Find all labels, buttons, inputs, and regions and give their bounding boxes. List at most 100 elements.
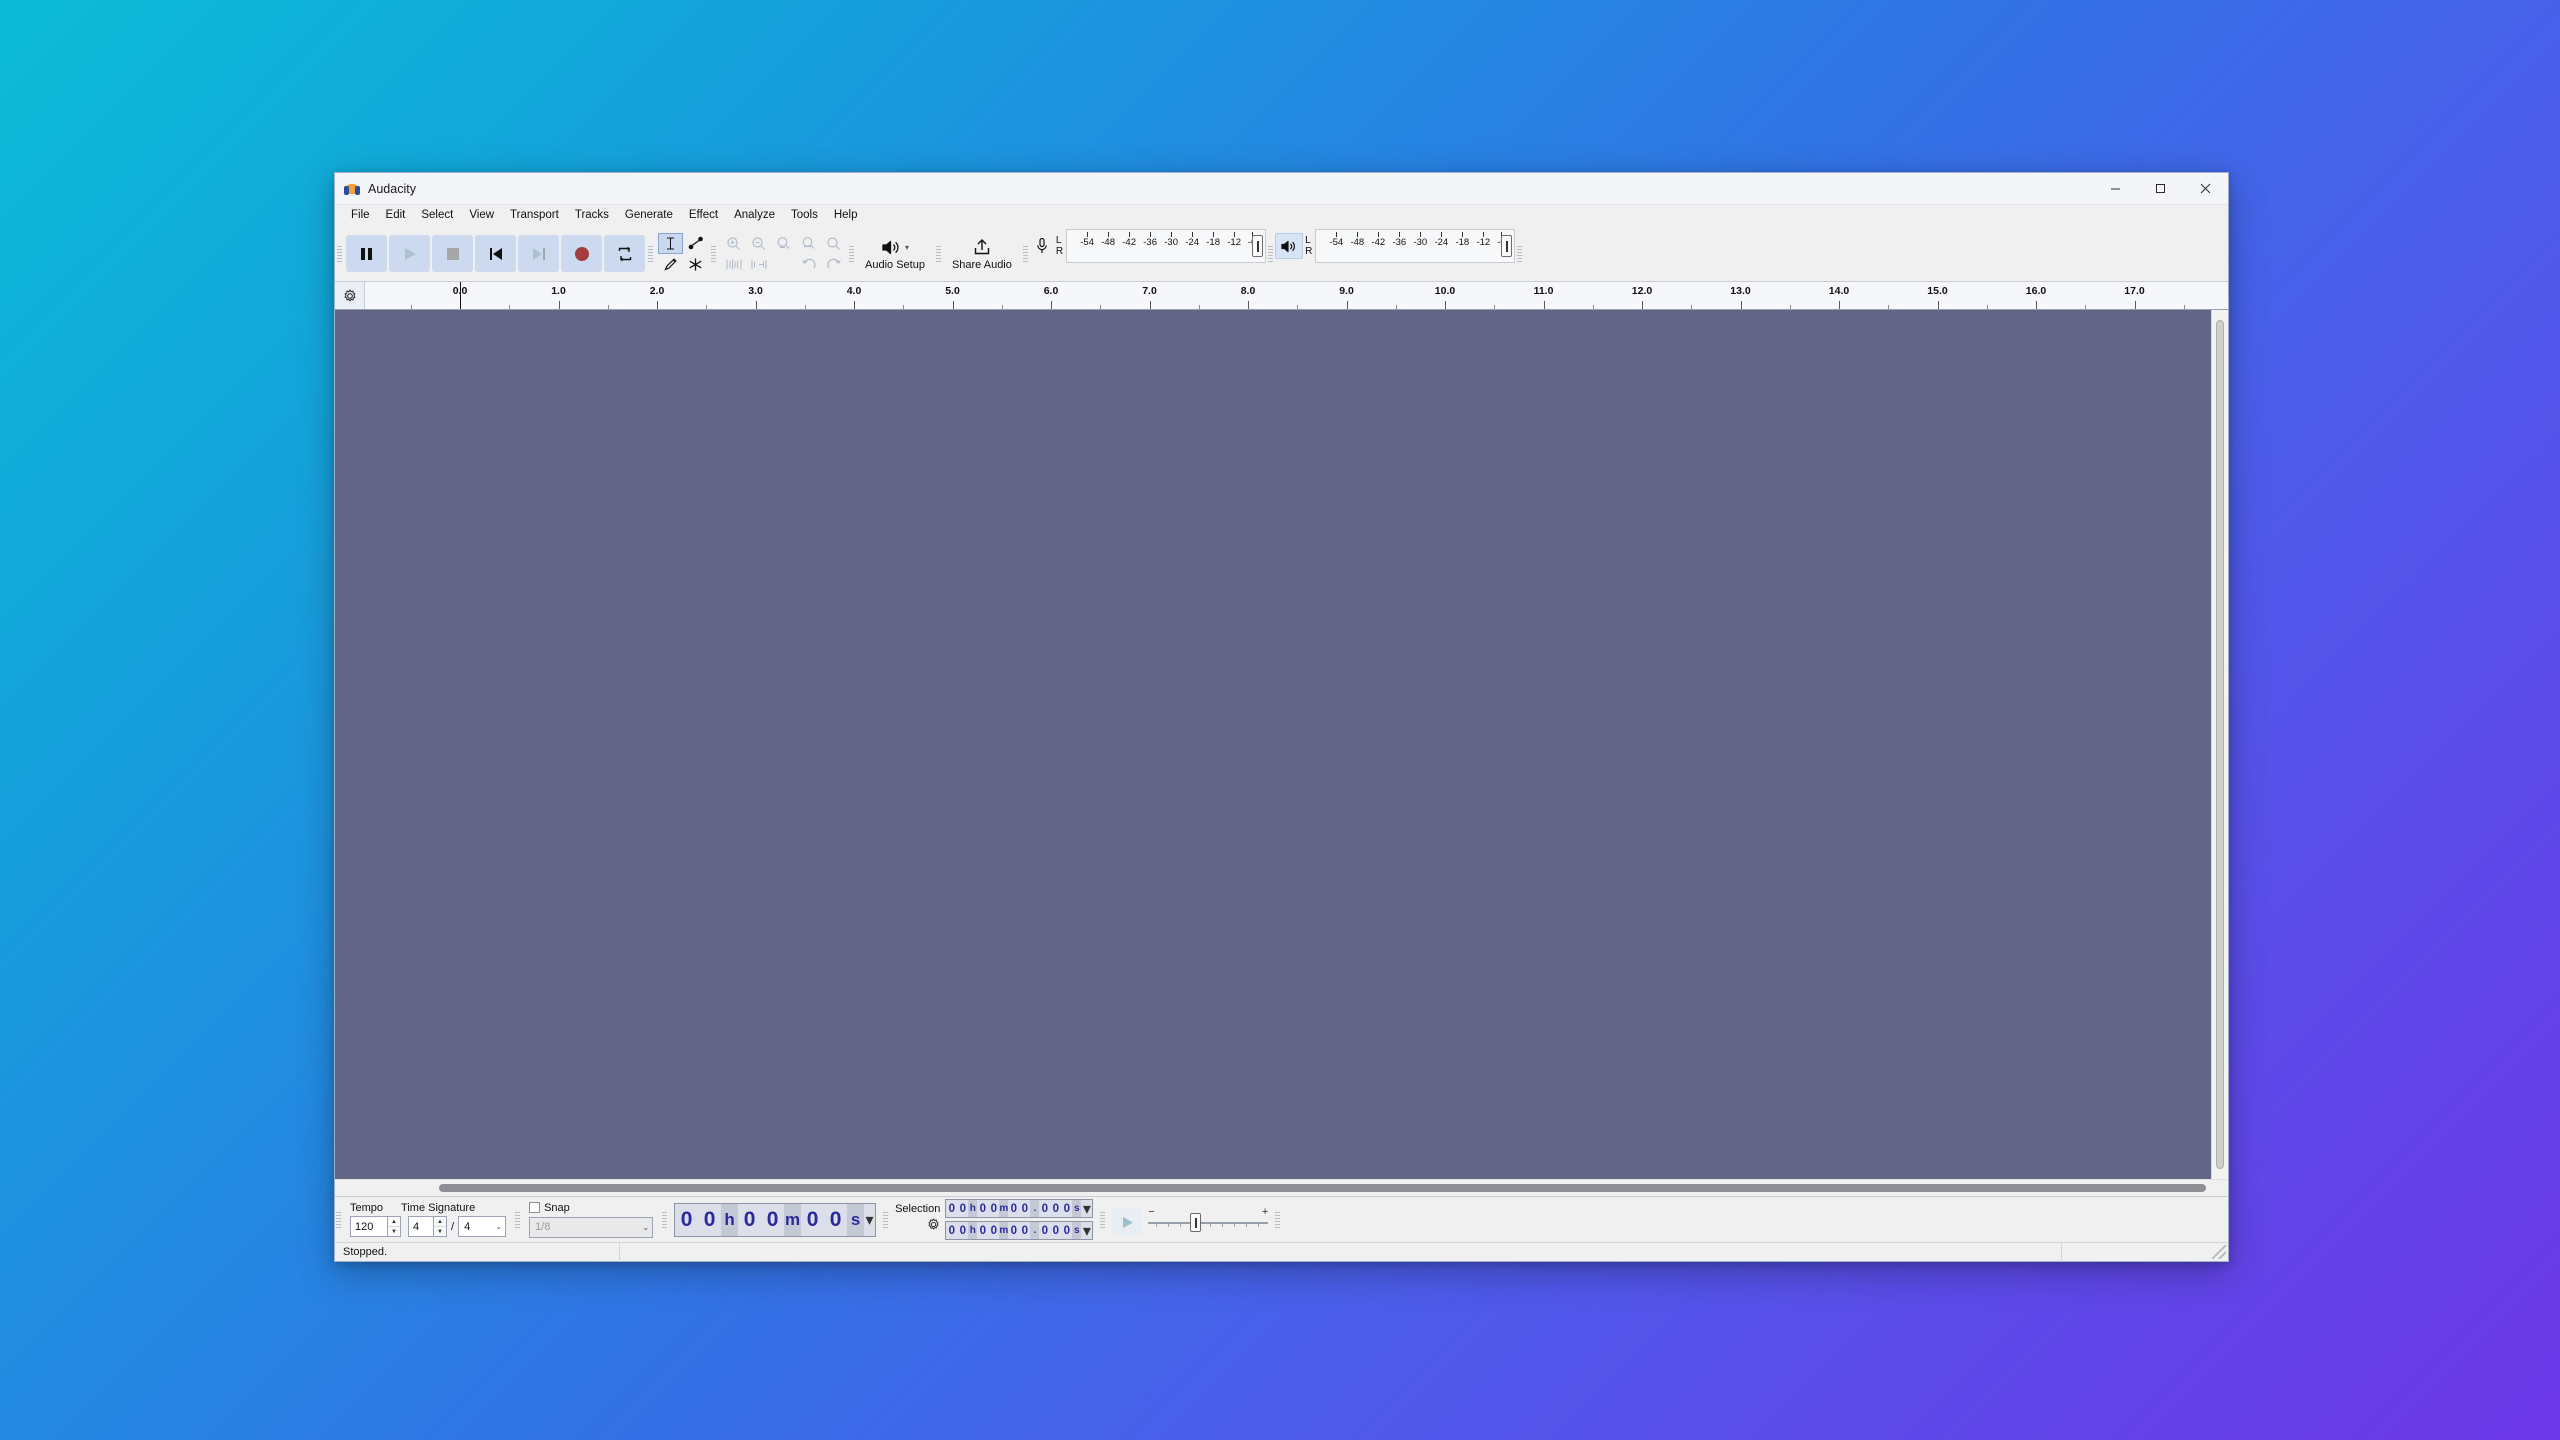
menu-tools[interactable]: Tools (783, 206, 826, 225)
zoom-toggle-icon[interactable] (821, 233, 846, 254)
audacity-logo-icon (344, 181, 360, 197)
time-toolbar-grip[interactable] (661, 1197, 669, 1242)
menu-transport[interactable]: Transport (502, 206, 567, 225)
recording-meter-scale: -54 -48 -42 -36 -30 -24 -18 -12 -6 (1067, 230, 1265, 262)
rec-channel-left: L (1055, 235, 1062, 246)
recording-meter-bar[interactable]: -54 -48 -42 -36 -30 -24 -18 -12 -6 (1066, 229, 1267, 263)
audio-position-toolbar: 0 0 h 0 0 m 0 0 s ▾ (668, 1197, 882, 1242)
rec-tick--42: -42 (1122, 237, 1136, 248)
ruler-minor-tick (1691, 305, 1693, 309)
pause-button[interactable] (346, 235, 387, 272)
timeline-row: 0.01.02.03.04.05.06.07.08.09.010.011.012… (335, 282, 2228, 310)
vertical-scrollbar-thumb[interactable] (2216, 320, 2224, 1169)
fit-selection-icon[interactable] (771, 233, 796, 254)
menu-file[interactable]: File (343, 206, 378, 225)
stop-button[interactable] (432, 235, 473, 272)
transport-toolbar-grip[interactable] (336, 226, 343, 281)
record-button[interactable] (561, 235, 602, 272)
recording-meter-toolbar[interactable]: L R -54 -48 -42 -36 -30 -24 -18 -12 -6 (1029, 226, 1267, 266)
maximize-icon[interactable] (2138, 173, 2183, 205)
ruler-major-tick (1543, 301, 1545, 309)
vertical-scrollbar[interactable] (2211, 310, 2228, 1179)
selection-tool[interactable] (658, 232, 683, 254)
play-tick--36: -36 (1392, 237, 1407, 248)
ruler-major-tick (1839, 301, 1840, 309)
silence-audio-icon[interactable] (746, 254, 771, 275)
audio-position-dropdown-icon[interactable]: ▾ (864, 1203, 876, 1236)
audio-setup-toolbar-grip[interactable] (848, 226, 855, 281)
recording-volume-slider[interactable] (1252, 235, 1264, 257)
timeline-ruler[interactable]: 0.01.02.03.04.05.06.07.08.09.010.011.012… (365, 282, 2228, 309)
redo-icon[interactable] (821, 254, 846, 275)
selection-toolbar-grip[interactable] (882, 1197, 890, 1242)
audio-setup-button[interactable]: ▾ Audio Setup (857, 230, 933, 278)
tools-toolbar-grip[interactable] (647, 226, 654, 281)
skip-to-end-button[interactable] (518, 235, 559, 272)
horizontal-scrollbar-thumb[interactable] (439, 1184, 2206, 1192)
playback-meter-toolbar[interactable]: L R -54 -48 -42 -36 -30 -24 -18 -12 -6 (1274, 226, 1516, 266)
selection-options-gear-icon[interactable] (927, 1218, 940, 1236)
menu-edit[interactable]: Edit (378, 206, 414, 225)
selection-end-dropdown-icon[interactable]: ▾ (1081, 1222, 1093, 1240)
time-sig-upper-input[interactable]: 4 (408, 1216, 434, 1237)
trim-audio-icon[interactable] (721, 254, 746, 275)
time-sig-lower-select[interactable]: 4 ⌄ (458, 1216, 507, 1237)
recording-meter-grip[interactable] (1021, 226, 1029, 281)
selection-start-timecode[interactable]: 00h 00m 00. 000s ▾ (945, 1199, 1094, 1218)
play-speed-slider[interactable]: − + (1148, 1206, 1269, 1235)
transport-toolbar (343, 226, 647, 281)
menu-help[interactable]: Help (826, 206, 866, 225)
share-audio-button[interactable]: Share Audio (944, 230, 1020, 278)
time-signature-toolbar-grip[interactable] (335, 1197, 342, 1242)
tempo-input[interactable]: 120 (350, 1216, 388, 1237)
fit-project-icon[interactable] (796, 233, 821, 254)
selection-end-timecode[interactable]: 00h 00m 00. 000s ▾ (945, 1221, 1094, 1240)
menu-tracks[interactable]: Tracks (567, 206, 617, 225)
rec-tick--30: -30 (1164, 237, 1178, 248)
star-icon[interactable] (683, 254, 708, 275)
close-icon[interactable] (2183, 173, 2228, 205)
undo-icon[interactable] (796, 254, 821, 275)
loop-button[interactable] (604, 235, 645, 272)
selection-start-dropdown-icon[interactable]: ▾ (1081, 1200, 1093, 1218)
menu-effect[interactable]: Effect (681, 206, 726, 225)
ruler-minor-tick (1198, 305, 1200, 309)
play-speed-thumb[interactable] (1190, 1213, 1202, 1232)
horizontal-scrollbar-track[interactable] (439, 1184, 2206, 1192)
menu-analyze[interactable]: Analyze (726, 206, 783, 225)
zoom-out-icon[interactable] (746, 233, 771, 254)
play-button[interactable] (389, 235, 430, 272)
edit-toolbar-grip[interactable] (710, 226, 717, 281)
audio-position-timecode[interactable]: 0 0 h 0 0 m 0 0 s ▾ (674, 1202, 877, 1237)
minimize-icon[interactable] (2093, 173, 2138, 205)
menu-select[interactable]: Select (413, 206, 461, 225)
snapping-toolbar-grip[interactable] (514, 1197, 522, 1242)
skip-to-start-button[interactable] (475, 235, 516, 272)
playback-meter-bar[interactable]: -54 -48 -42 -36 -30 -24 -18 -12 -6 (1315, 229, 1516, 263)
ruler-label: 2.0 (649, 285, 665, 297)
ruler-label: 9.0 (1339, 285, 1354, 297)
menu-view[interactable]: View (461, 206, 502, 225)
empty-track-canvas[interactable] (335, 310, 2211, 1179)
resize-grip-icon[interactable] (2212, 1245, 2226, 1259)
timeline-options-gear-icon[interactable] (335, 282, 365, 309)
audacity-window: Audacity File Edit Select View Transport… (334, 172, 2229, 1262)
time-sig-divider: / (451, 1220, 455, 1233)
zoom-in-icon[interactable] (721, 233, 746, 254)
menu-generate[interactable]: Generate (617, 206, 681, 225)
time-sig-upper-stepper[interactable]: ▲ ▼ (434, 1216, 447, 1237)
snap-value-select[interactable]: 1/8 ⌄ (529, 1216, 654, 1238)
envelope-icon[interactable] (683, 233, 708, 254)
snap-checkbox[interactable] (529, 1202, 541, 1213)
play-at-speed-toolbar-grip[interactable] (1099, 1197, 1107, 1242)
play-at-speed-button[interactable] (1112, 1209, 1143, 1235)
menu-bar: File Edit Select View Transport Tracks G… (335, 205, 2228, 226)
playback-meter-grip[interactable] (1267, 226, 1275, 281)
selection-label: Selection (895, 1203, 941, 1215)
tempo-stepper[interactable]: ▲ ▼ (388, 1216, 401, 1237)
playback-volume-slider[interactable] (1501, 235, 1513, 257)
playhead-indicator[interactable] (460, 282, 461, 309)
share-audio-toolbar-grip[interactable] (934, 226, 942, 281)
pencil-icon[interactable] (658, 254, 683, 275)
horizontal-scrollbar[interactable] (335, 1179, 2228, 1196)
